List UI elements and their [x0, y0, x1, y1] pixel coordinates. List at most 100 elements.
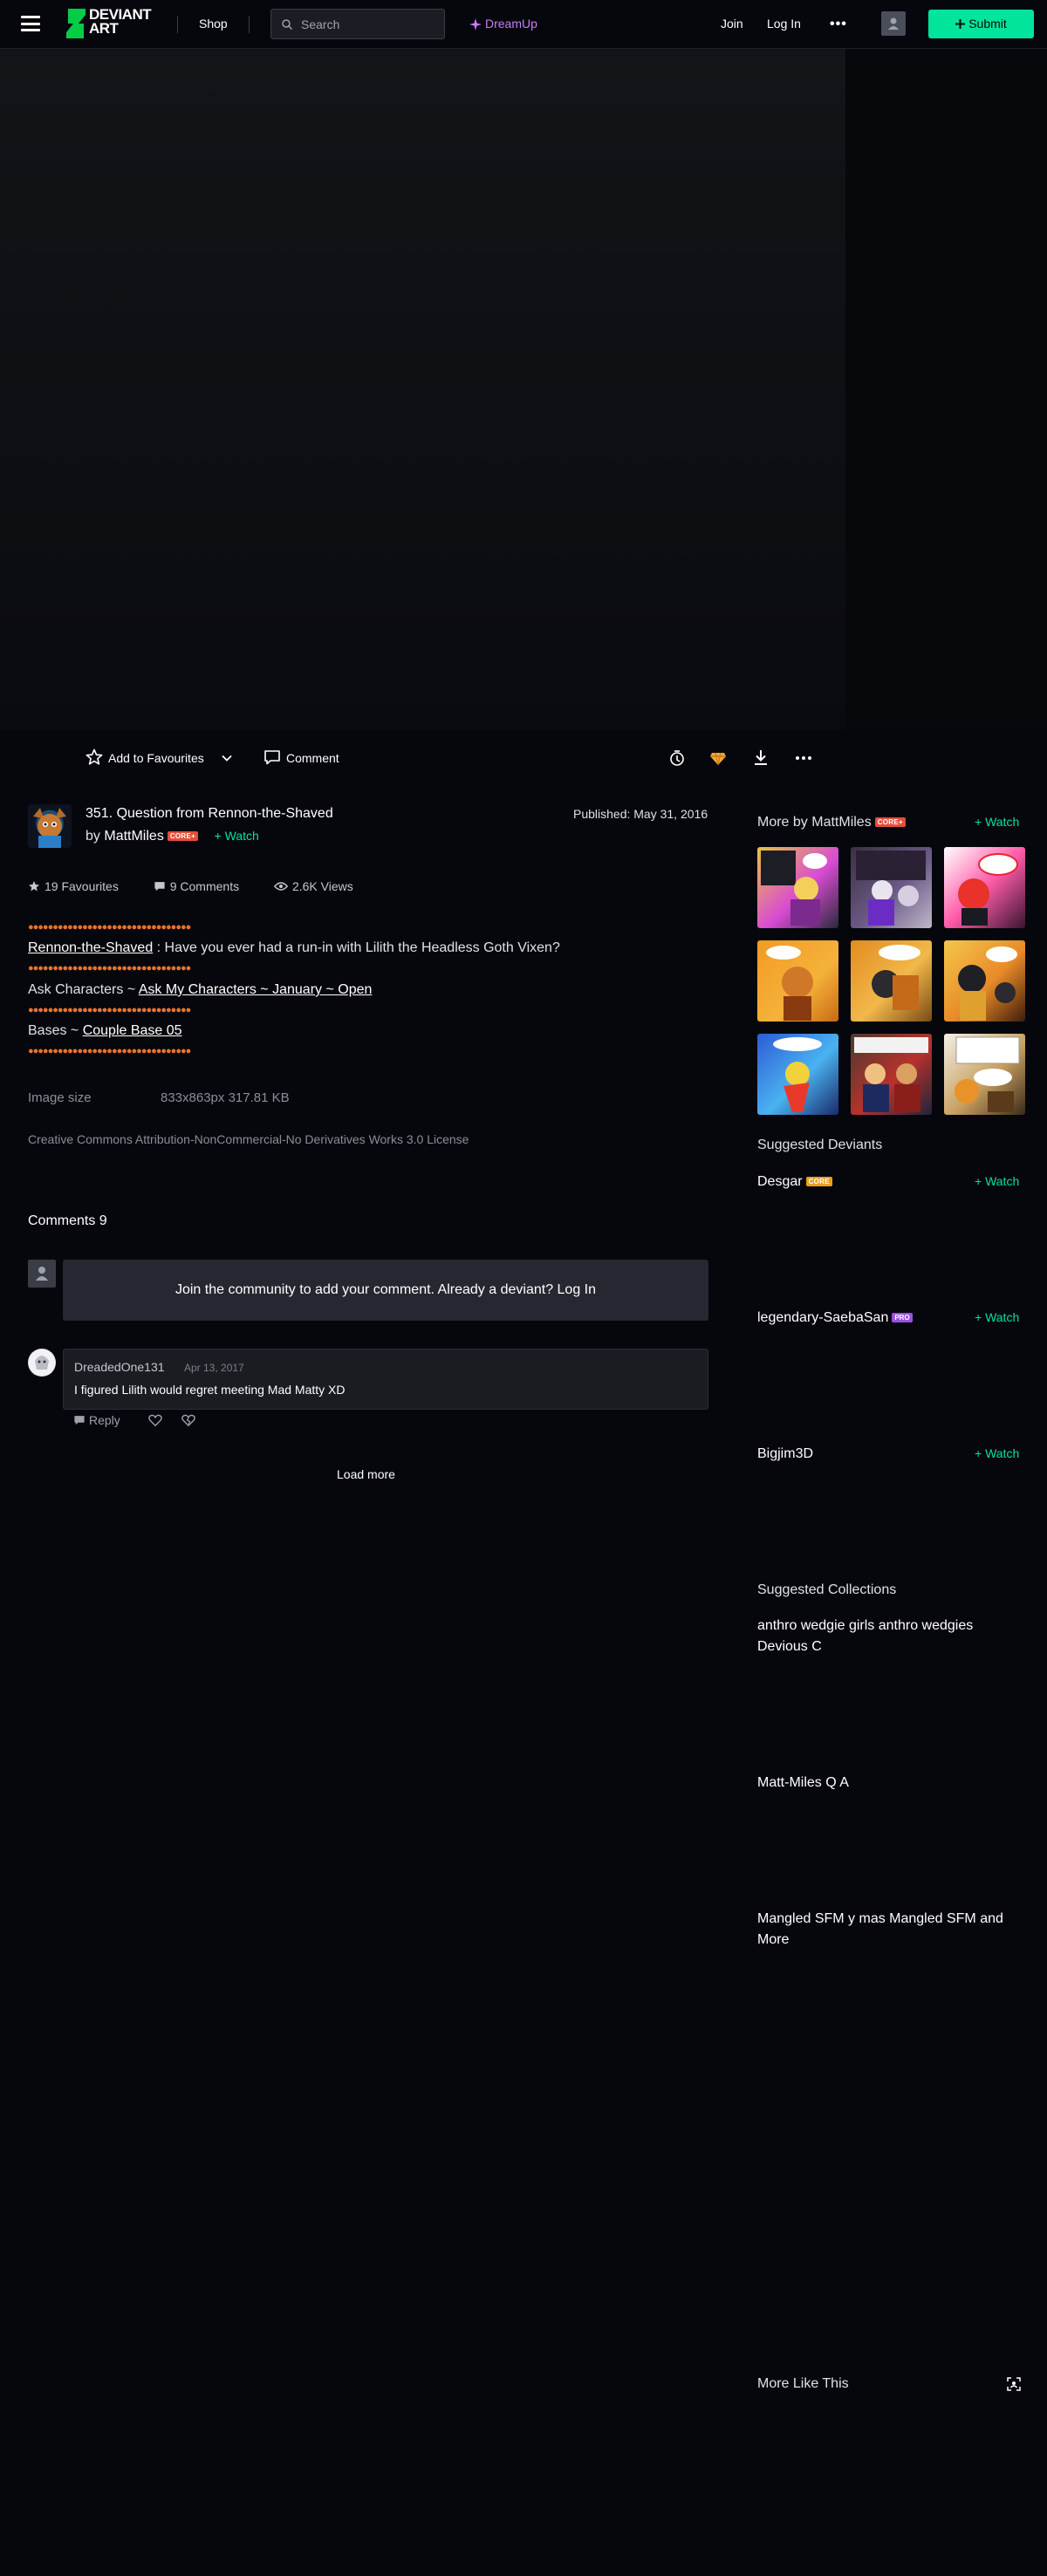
submit-button[interactable]: Submit: [928, 10, 1034, 38]
rennon-link[interactable]: Rennon-the-Shaved: [28, 940, 153, 955]
collection-link[interactable]: anthro wedgie girls anthro wedgies Devio…: [757, 1616, 1010, 1657]
plus-icon: +: [975, 1446, 986, 1460]
watch-deviant-button[interactable]: + Watch: [975, 1174, 1019, 1188]
favourites-count: 19 Favourites: [44, 879, 119, 893]
collection-link[interactable]: Matt-Miles Q A: [757, 1773, 1010, 1794]
watch-deviant-button[interactable]: + Watch: [975, 1310, 1019, 1324]
more-menu-icon[interactable]: •••: [830, 17, 847, 32]
dreamup-icon: [469, 18, 482, 31]
shop-link[interactable]: Shop: [199, 17, 228, 31]
comment-date[interactable]: Apr 13, 2017: [184, 1362, 244, 1374]
author-avatar[interactable]: [28, 804, 72, 848]
commenter-name[interactable]: DreadedOne131: [74, 1360, 165, 1374]
badge-icon[interactable]: [667, 748, 688, 769]
points-icon[interactable]: [708, 748, 729, 769]
search-input[interactable]: [299, 17, 439, 32]
more-like-this-header: More Like This: [757, 2376, 849, 2391]
more-by-author-link[interactable]: MattMiles: [811, 815, 871, 830]
deviant-desgar[interactable]: Desgar CORE: [757, 1174, 832, 1190]
pro-badge: PRO: [892, 1313, 913, 1322]
user-icon[interactable]: [881, 11, 906, 36]
license-text[interactable]: Creative Commons Attribution-NonCommerci…: [28, 1132, 469, 1146]
author-link[interactable]: MattMiles: [104, 829, 163, 844]
stats-row: 19 Favourites 9 Comments 2.6K Views: [28, 879, 385, 893]
star-icon: [86, 748, 103, 765]
artwork-stage[interactable]: [0, 49, 845, 729]
chevron-down-icon[interactable]: [221, 752, 233, 764]
join-community-prompt[interactable]: Join the community to add your comment. …: [63, 1260, 708, 1321]
related-thumbnail[interactable]: [757, 847, 838, 928]
deviant-name[interactable]: legendary-SaebaSan: [757, 1310, 888, 1325]
related-thumbnail[interactable]: [757, 1034, 838, 1115]
related-thumbnail[interactable]: [851, 847, 932, 928]
commenter-avatar[interactable]: [28, 1349, 56, 1377]
divider-dots: ●●●●●●●●●●●●●●●●●●●●●●●●●●●●●●●●●: [28, 922, 191, 933]
collection-link[interactable]: Mangled SFM y mas Mangled SFM and More: [757, 1909, 1010, 1951]
download-icon[interactable]: [750, 748, 771, 769]
plus-icon: [955, 19, 966, 29]
related-thumbnail[interactable]: [944, 1034, 1025, 1115]
dreamup-link[interactable]: DreamUp: [469, 17, 537, 31]
watch-deviant-button[interactable]: + Watch: [975, 1446, 1019, 1460]
description-text: Bases ~: [28, 1023, 83, 1038]
comic-thumbnail-art: [854, 1037, 928, 1112]
views-count: 2.6K Views: [291, 879, 353, 893]
related-thumbnail[interactable]: [757, 940, 838, 1022]
reply-button[interactable]: Reply: [73, 1413, 133, 1427]
ask-characters-link[interactable]: Ask My Characters ~ January ~ Open: [139, 982, 373, 997]
search-box[interactable]: [270, 9, 445, 39]
core-badge: CORE: [805, 1177, 832, 1186]
favourite-label: Add to Favourites: [108, 751, 204, 765]
deviant-bigjim3d[interactable]: Bigjim3D: [757, 1446, 813, 1462]
favourites-stat: 19 Favourites: [28, 879, 134, 893]
menu-icon[interactable]: [21, 16, 40, 31]
related-thumbnail[interactable]: [851, 940, 932, 1022]
comic-thumbnail-art: [958, 853, 1018, 926]
deviant-legendary-saebasan[interactable]: legendary-SaebaSan PRO: [757, 1310, 913, 1326]
related-thumbnail[interactable]: [944, 940, 1025, 1022]
watch-label: Watch: [224, 829, 259, 843]
join-link[interactable]: Join: [721, 17, 743, 31]
core-plus-badge: CORE+: [167, 831, 199, 841]
suggested-collections-header: Suggested Collections: [757, 1582, 897, 1597]
watch-label: Watch: [985, 815, 1020, 829]
plus-icon: +: [975, 815, 986, 829]
comment-button[interactable]: Comment: [263, 748, 339, 766]
dislike-button[interactable]: [181, 1413, 199, 1427]
watch-label: Watch: [985, 1174, 1020, 1188]
watch-author-button[interactable]: + Watch: [975, 815, 1019, 829]
comic-thumbnail-art: [958, 946, 1017, 1021]
deviation-title: 351. Question from Rennon-the-Shaved: [86, 806, 333, 821]
submit-label: Submit: [968, 17, 1007, 31]
comic-thumbnail-art: [761, 851, 827, 926]
comic-thumbnail-art: [955, 1036, 1020, 1112]
related-thumbnail[interactable]: [944, 847, 1025, 928]
divider: [249, 16, 250, 33]
core-plus-badge: CORE+: [874, 817, 906, 827]
dreamup-label: DreamUp: [485, 17, 537, 31]
login-link[interactable]: Log In: [767, 17, 801, 31]
deviant-name[interactable]: Bigjim3D: [757, 1446, 813, 1461]
comic-thumbnail-art: [872, 945, 920, 1010]
more-icon[interactable]: [793, 748, 814, 769]
comments-stat: 9 Comments: [154, 879, 255, 893]
deviantart-logo[interactable]: DEVIANT ART: [65, 7, 157, 39]
deviant-name[interactable]: Desgar: [757, 1174, 803, 1189]
by-prefix: by: [86, 829, 100, 844]
views-stat: 2.6K Views: [273, 879, 369, 893]
guest-avatar: [28, 1260, 56, 1288]
scan-icon[interactable]: [1007, 2377, 1021, 2391]
comic-thumbnail-art: [856, 851, 926, 926]
like-button[interactable]: [147, 1413, 166, 1427]
user-icon: [36, 1267, 48, 1281]
related-thumbnail[interactable]: [851, 1034, 932, 1115]
watch-author-button[interactable]: + Watch: [215, 829, 259, 843]
reply-icon: [74, 1416, 85, 1425]
load-more-button[interactable]: Load more: [337, 1467, 395, 1481]
add-to-favourites-button[interactable]: Add to Favourites: [86, 748, 204, 766]
comments-count: 9 Comments: [169, 879, 240, 893]
couple-base-link[interactable]: Couple Base 05: [83, 1023, 182, 1038]
description-text: Ask Characters ~: [28, 982, 139, 997]
more-by-header: More by MattMiles CORE+: [757, 815, 906, 830]
description-line: Bases ~ Couple Base 05: [28, 1023, 182, 1039]
